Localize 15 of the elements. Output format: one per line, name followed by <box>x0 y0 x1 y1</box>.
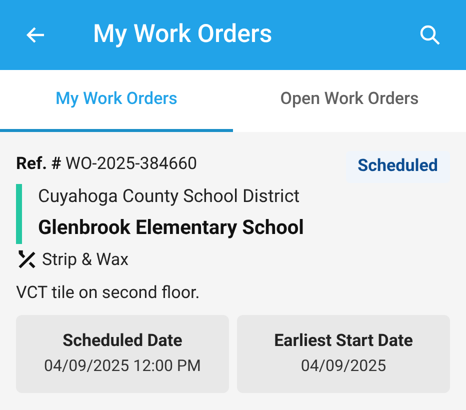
search-icon <box>418 23 442 47</box>
description: VCT tile on second floor. <box>16 282 201 305</box>
ref-label: Ref. # <box>16 153 62 176</box>
site-name: Glenbrook Elementary School <box>38 214 305 240</box>
date-value: 04/09/2025 <box>300 355 386 378</box>
ref-number: WO-2025-384660 <box>65 153 198 176</box>
date-value: 04/09/2025 12:00 PM <box>44 355 201 378</box>
date-label: Earliest Start Date <box>274 330 413 353</box>
app-title: My Work Orders <box>93 19 272 52</box>
tab[interactable]: Open Work Orders <box>233 70 466 132</box>
service-type: Strip & Wax <box>42 248 129 272</box>
status-badge: Scheduled <box>346 151 450 182</box>
customer-name: Cuyahoga County School District <box>38 184 301 208</box>
search-button[interactable] <box>418 23 442 47</box>
date-label: Scheduled Date <box>62 330 182 353</box>
